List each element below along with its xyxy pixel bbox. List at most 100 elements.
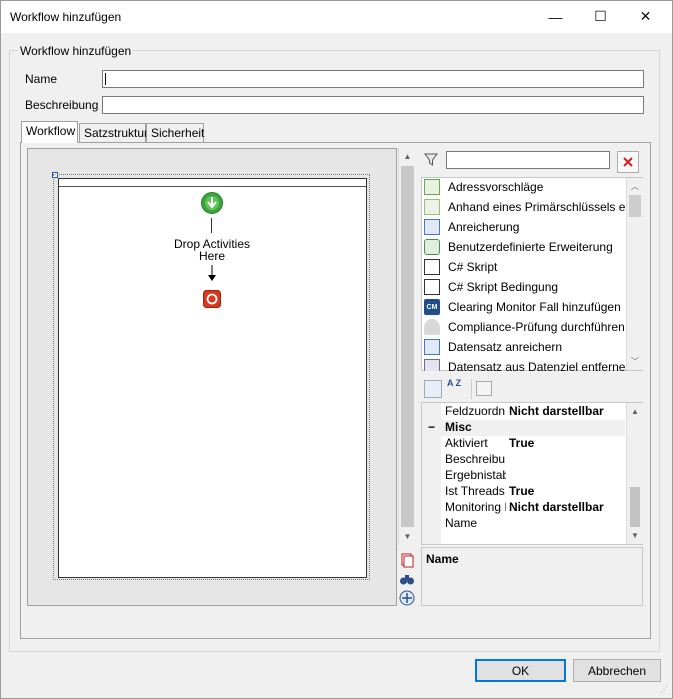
property-name: Ergebnistab: [445, 468, 506, 482]
clear-filter-icon: [623, 157, 633, 167]
text-caret: [105, 73, 106, 85]
property-grid-scrollbar[interactable]: ▲ ▼: [626, 403, 643, 544]
collapse-icon[interactable]: −: [428, 420, 435, 434]
property-row[interactable]: Beschreibu: [422, 452, 625, 468]
property-scroll-thumb[interactable]: [630, 487, 640, 527]
toolbox-items-viewport: Adressvorschläge Anhand eines Primärschl…: [421, 177, 626, 371]
property-row[interactable]: Name: [422, 516, 625, 532]
property-name: Name: [445, 516, 478, 530]
maximize-icon: ☐: [594, 8, 607, 24]
sort-alpha-text: A Z: [447, 378, 462, 388]
toolbox-item-label: C# Skript: [448, 260, 498, 274]
toolbox-item-label: Adressvorschläge: [448, 180, 544, 194]
arrow-down-icon: [208, 265, 216, 281]
ok-button[interactable]: OK: [475, 659, 566, 682]
toolbox-item-label: C# Skript Bedingung: [448, 280, 559, 294]
script-condition-icon: [424, 279, 440, 295]
toolbar-separator: [471, 379, 472, 399]
filter-icon[interactable]: [423, 151, 439, 167]
tab-sicherheit[interactable]: Sicherheit: [146, 123, 204, 142]
connector-line: [211, 218, 212, 233]
tab-satzstruktur[interactable]: Satzstruktur: [79, 123, 148, 142]
property-value: Nicht darstellbar: [509, 404, 604, 418]
name-field[interactable]: [102, 70, 644, 88]
scroll-thumb[interactable]: [401, 166, 414, 527]
pan-icon[interactable]: [399, 590, 415, 606]
tab-workflow[interactable]: Workflow: [21, 121, 78, 143]
binoculars-icon[interactable]: [399, 571, 415, 587]
designer-vertical-scrollbar[interactable]: ▲ ▼: [398, 148, 416, 545]
toolbox-item-label: Benutzerdefinierte Erweiterung: [448, 240, 613, 254]
toolbox-item-adressvorschlaege[interactable]: Adressvorschläge: [424, 177, 543, 197]
toolbox-item-primaerschluessel[interactable]: Anhand eines Primärschlüssels einen: [424, 197, 626, 217]
groupbox-label: Workflow hinzufügen: [18, 44, 134, 58]
stop-icon: [203, 290, 221, 308]
tab-sicherheit-label: Sicherheit: [151, 126, 205, 140]
record-remove-icon: [424, 359, 440, 371]
toolbox-item-benutzerdefinierte-erweiterung[interactable]: Benutzerdefinierte Erweiterung: [424, 237, 613, 257]
property-row[interactable]: Aktiviert True: [422, 436, 625, 452]
minimize-icon: —: [548, 8, 563, 25]
scroll-up-icon[interactable]: ▲: [399, 148, 416, 165]
toolbox-scroll-up-icon[interactable]: ︿: [627, 178, 643, 195]
property-category-row[interactable]: − Misc: [422, 420, 625, 436]
property-value: True: [509, 484, 535, 498]
copy-image-icon[interactable]: [399, 552, 415, 568]
custom-extension-icon: [424, 239, 440, 255]
property-value: [506, 468, 509, 484]
script-icon: [424, 259, 440, 275]
toolbox-item-csharp-skript-bedingung[interactable]: C# Skript Bedingung: [424, 277, 558, 297]
enrichment-icon: [424, 219, 440, 235]
resize-grip-icon[interactable]: ⋰: [660, 686, 670, 696]
close-icon: ✕: [639, 8, 652, 24]
property-description-panel: Name: [421, 547, 643, 606]
toolbox-filter-input[interactable]: [446, 151, 610, 169]
drop-activities-hint: Drop Activities Here: [162, 238, 262, 262]
property-name: Beschreibu: [445, 452, 506, 466]
toolbox-item-csharp-skript[interactable]: C# Skript: [424, 257, 497, 277]
toolbox-item-label: Datensatz aus Datenziel entfernen: [448, 360, 626, 371]
toolbox-item-label: Compliance-Prüfung durchführen: [448, 320, 625, 334]
maximize-button[interactable]: ☐: [578, 1, 623, 32]
property-row[interactable]: Monitoring I Nicht darstellbar: [422, 500, 625, 516]
toolbox-item-compliance-pruefung[interactable]: Compliance-Prüfung durchführen: [424, 317, 625, 337]
ok-button-label: OK: [511, 663, 530, 678]
property-value: True: [509, 436, 535, 450]
sort-alphabetical-icon[interactable]: A Z: [447, 379, 465, 399]
property-scroll-up-icon[interactable]: ▲: [627, 403, 643, 420]
tab-workflow-label: Workflow: [26, 124, 76, 138]
categorized-view-icon[interactable]: [424, 380, 442, 398]
toolbox-item-label: Clearing Monitor Fall hinzufügen: [448, 300, 621, 314]
property-description-title: Name: [426, 552, 459, 566]
minimize-button[interactable]: —: [533, 1, 578, 32]
cancel-button[interactable]: Abbrechen: [573, 659, 661, 682]
toolbox-scrollbar[interactable]: ︿ ﹀: [626, 178, 643, 370]
clear-filter-button[interactable]: [617, 151, 639, 173]
toolbox-scroll-thumb[interactable]: [629, 195, 641, 217]
clearing-monitor-icon: CM: [424, 299, 440, 315]
toolbox-item-datensatz-anreichern[interactable]: Datensatz anreichern: [424, 337, 562, 357]
property-name: Monitoring I: [445, 500, 506, 514]
scroll-down-icon[interactable]: ▼: [399, 528, 416, 545]
property-name: Feldzuordn: [445, 404, 506, 418]
property-row[interactable]: Ist Threads True: [422, 484, 625, 500]
property-row[interactable]: Feldzuordn Nicht darstellbar: [422, 404, 625, 420]
close-button[interactable]: ✕: [623, 1, 668, 32]
primary-key-icon: [424, 199, 440, 215]
description-label: Beschreibung: [25, 98, 99, 112]
toolbox-item-clearing-monitor[interactable]: CM Clearing Monitor Fall hinzufügen: [424, 297, 621, 317]
address-suggestions-icon: [424, 179, 440, 195]
cancel-button-label: Abbrechen: [587, 663, 647, 678]
property-pages-icon[interactable]: [476, 381, 492, 396]
toolbox-item-datensatz-entfernen[interactable]: Datensatz aus Datenziel entfernen: [424, 357, 626, 371]
toolbox-item-anreicherung[interactable]: Anreicherung: [424, 217, 519, 237]
description-field[interactable]: [102, 96, 644, 114]
property-scroll-down-icon[interactable]: ▼: [627, 527, 643, 544]
toolbox-item-label: Anhand eines Primärschlüssels einen: [448, 200, 626, 214]
property-row[interactable]: Ergebnistab: [422, 468, 625, 484]
toolbox-scroll-down-icon[interactable]: ﹀: [627, 353, 643, 370]
toolbox-item-label: Datensatz anreichern: [448, 340, 563, 354]
sequence-header-line: [59, 186, 366, 187]
property-value: [506, 516, 509, 532]
drop-hint-line2: Here: [198, 249, 225, 263]
